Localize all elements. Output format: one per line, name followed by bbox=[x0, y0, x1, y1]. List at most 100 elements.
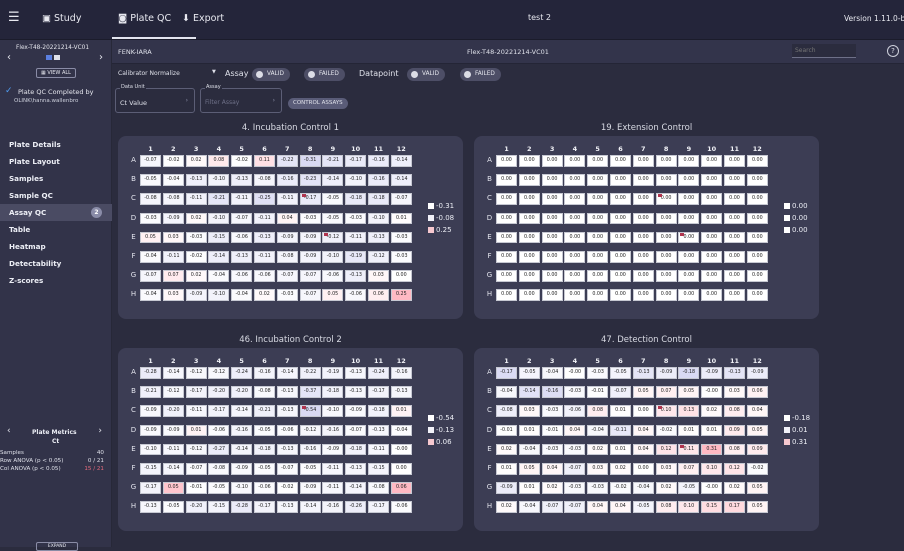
well-cell[interactable]: -0.07 bbox=[276, 463, 298, 475]
well-cell[interactable]: 0.00 bbox=[678, 174, 700, 186]
well-cell[interactable]: 0.02 bbox=[655, 482, 677, 494]
well-cell[interactable]: 0.03 bbox=[655, 463, 677, 475]
well-cell[interactable]: -0.13 bbox=[368, 424, 389, 437]
well-cell[interactable]: -0.14 bbox=[276, 367, 298, 379]
well-cell[interactable]: -0.13 bbox=[345, 386, 367, 398]
well-cell[interactable]: -0.14 bbox=[322, 174, 344, 186]
well-cell[interactable]: -0.09 bbox=[162, 424, 184, 437]
well-cell[interactable]: -0.05 bbox=[322, 212, 344, 225]
well-cell[interactable]: -0.04 bbox=[140, 251, 161, 263]
well-cell[interactable]: -0.06 bbox=[231, 270, 253, 282]
well-cell[interactable]: 0.05 bbox=[746, 501, 768, 513]
well-cell[interactable]: 0.00 bbox=[746, 155, 768, 167]
well-cell[interactable]: 0.00 bbox=[746, 270, 768, 282]
well-cell[interactable]: 0.00 bbox=[541, 231, 563, 244]
well-cell[interactable]: -0.09 bbox=[185, 289, 207, 301]
well-cell[interactable]: -0.05 bbox=[610, 367, 631, 379]
well-cell[interactable]: 0.00 bbox=[587, 231, 609, 244]
well-cell[interactable]: -0.04 bbox=[632, 482, 654, 494]
well-cell[interactable]: -0.15 bbox=[208, 501, 230, 513]
well-cell[interactable]: -0.07 bbox=[564, 463, 586, 475]
well-cell[interactable]: 0.00 bbox=[701, 231, 723, 244]
well-cell[interactable]: -0.17 bbox=[254, 501, 275, 513]
well-cell[interactable]: -0.12 bbox=[185, 443, 207, 456]
well-cell[interactable]: -0.11 bbox=[162, 443, 184, 456]
well-cell[interactable]: -0.16 bbox=[231, 424, 253, 437]
well-cell[interactable]: 0.00 bbox=[518, 174, 540, 186]
assay-valid-toggle[interactable]: VALID bbox=[252, 68, 290, 81]
well-cell[interactable]: -0.03 bbox=[390, 251, 412, 263]
well-cell[interactable]: 0.00 bbox=[701, 212, 723, 225]
well-cell[interactable]: -0.14 bbox=[390, 174, 412, 186]
sidebar-item-heatmap[interactable]: Heatmap bbox=[0, 238, 112, 255]
well-cell[interactable]: 0.00 bbox=[610, 193, 631, 205]
well-cell[interactable]: -0.13 bbox=[345, 270, 367, 282]
well-cell[interactable]: 0.10 bbox=[678, 501, 700, 513]
well-cell[interactable]: -0.18 bbox=[254, 443, 275, 456]
well-cell[interactable]: 0.03 bbox=[162, 231, 184, 244]
well-cell[interactable]: -0.14 bbox=[231, 443, 253, 456]
well-cell[interactable]: -0.11 bbox=[322, 463, 344, 475]
well-cell[interactable]: -0.06 bbox=[564, 405, 586, 417]
well-cell[interactable]: -0.14 bbox=[299, 501, 321, 513]
well-cell[interactable]: -0.03 bbox=[587, 482, 609, 494]
well-cell[interactable]: 0.01 bbox=[678, 424, 700, 437]
well-cell[interactable]: -0.10 bbox=[231, 482, 253, 494]
well-cell[interactable]: -0.10 bbox=[345, 174, 367, 186]
well-cell[interactable]: -0.03 bbox=[587, 367, 609, 379]
well-cell[interactable]: -0.21 bbox=[322, 155, 344, 167]
well-cell[interactable]: -0.05 bbox=[299, 463, 321, 475]
well-cell[interactable]: -0.09 bbox=[299, 482, 321, 494]
well-cell[interactable]: 0.04 bbox=[564, 424, 586, 437]
hamburger-icon[interactable]: ☰ bbox=[8, 10, 20, 25]
datapoint-failed-toggle[interactable]: FAILED bbox=[460, 68, 501, 81]
well-cell[interactable]: 0.00 bbox=[390, 463, 412, 475]
well-cell[interactable]: -0.19 bbox=[345, 251, 367, 263]
well-cell[interactable]: 0.00 bbox=[655, 155, 677, 167]
well-cell[interactable]: 0.00 bbox=[632, 212, 654, 225]
well-cell[interactable]: 0.00 bbox=[496, 212, 517, 225]
well-cell[interactable]: -0.03 bbox=[390, 231, 412, 244]
well-cell[interactable]: -0.25 bbox=[254, 193, 275, 205]
well-cell[interactable]: 0.00 bbox=[564, 289, 586, 301]
control-assays-button[interactable]: CONTROL ASSAYS bbox=[288, 98, 348, 109]
well-cell[interactable]: -0.12 bbox=[299, 424, 321, 437]
well-cell[interactable]: 0.02 bbox=[185, 270, 207, 282]
well-cell[interactable]: -0.06 bbox=[390, 501, 412, 513]
well-cell[interactable]: -0.07 bbox=[345, 424, 367, 437]
well-cell[interactable]: 0.01 bbox=[496, 463, 517, 475]
well-cell[interactable]: -0.12 bbox=[185, 367, 207, 379]
well-cell[interactable]: -0.20 bbox=[185, 501, 207, 513]
well-cell[interactable]: -0.03 bbox=[564, 443, 586, 456]
well-cell[interactable]: 0.00 bbox=[655, 174, 677, 186]
well-cell[interactable]: -0.24 bbox=[368, 367, 389, 379]
well-cell[interactable]: 0.02 bbox=[185, 212, 207, 225]
well-cell[interactable]: -0.13 bbox=[140, 501, 161, 513]
well-cell[interactable]: -0.17 bbox=[368, 386, 389, 398]
well-cell[interactable]: -0.06 bbox=[254, 482, 275, 494]
well-cell[interactable]: -0.23 bbox=[299, 174, 321, 186]
well-cell[interactable]: 0.00 bbox=[655, 212, 677, 225]
well-cell[interactable]: 0.01 bbox=[185, 424, 207, 437]
well-cell[interactable]: -0.13 bbox=[276, 386, 298, 398]
sidebar-item-table[interactable]: Table bbox=[0, 221, 112, 238]
well-cell[interactable]: -0.09 bbox=[140, 424, 161, 437]
well-cell[interactable]: 0.00 bbox=[724, 174, 745, 186]
well-cell[interactable]: 0.00 bbox=[746, 289, 768, 301]
well-cell[interactable]: -0.06 bbox=[322, 270, 344, 282]
plate-qc-tab[interactable]: ◙ Plate QC bbox=[118, 13, 171, 24]
well-cell[interactable]: -0.08 bbox=[140, 193, 161, 205]
well-cell[interactable]: 0.00 bbox=[746, 251, 768, 263]
well-cell[interactable]: 0.00 bbox=[564, 155, 586, 167]
well-cell[interactable]: 0.00 bbox=[701, 270, 723, 282]
well-cell[interactable]: 0.06 bbox=[746, 386, 768, 398]
well-cell[interactable]: 0.00 bbox=[655, 231, 677, 244]
well-cell[interactable]: -0.11 bbox=[185, 405, 207, 417]
well-cell[interactable]: -0.03 bbox=[185, 231, 207, 244]
dropdown-arrow-icon[interactable]: ▼ bbox=[212, 69, 216, 75]
well-cell[interactable]: -0.04 bbox=[208, 270, 230, 282]
well-cell[interactable]: -0.01 bbox=[541, 424, 563, 437]
well-cell[interactable]: -0.16 bbox=[368, 155, 389, 167]
well-cell[interactable]: -0.02 bbox=[276, 482, 298, 494]
well-cell[interactable]: 0.00 bbox=[746, 231, 768, 244]
